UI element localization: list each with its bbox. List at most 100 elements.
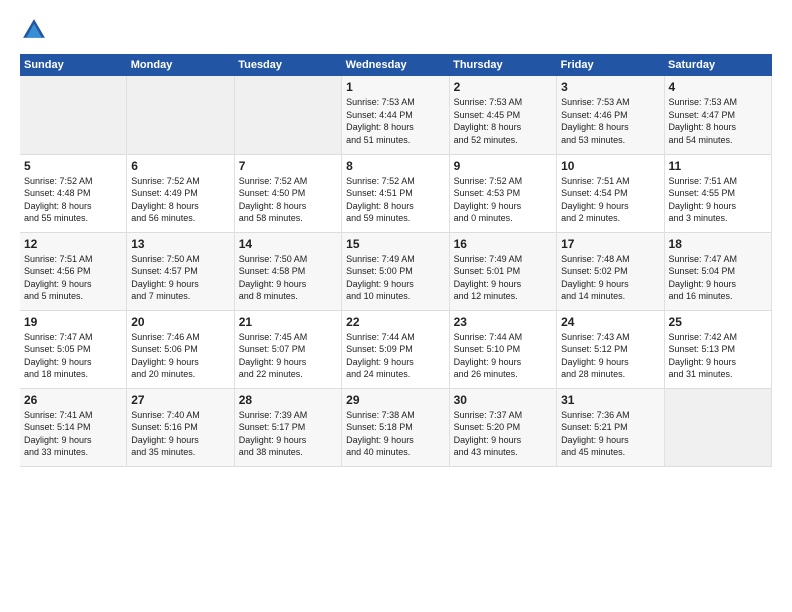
day-number: 14 [239,237,337,251]
day-info: Sunrise: 7:52 AM Sunset: 4:53 PM Dayligh… [454,175,552,225]
header [20,16,772,44]
day-info: Sunrise: 7:52 AM Sunset: 4:51 PM Dayligh… [346,175,444,225]
col-sunday: Sunday [20,54,127,76]
day-cell: 22Sunrise: 7:44 AM Sunset: 5:09 PM Dayli… [342,310,449,388]
day-cell: 31 Sunrise: 7:36 AM Sunset: 5:21 PM Dayli… [557,388,664,466]
day-cell: 30 Sunrise: 7:37 AM Sunset: 5:20 PM Dayli… [449,388,556,466]
col-friday: Friday [557,54,664,76]
logo-icon [20,16,48,44]
day-cell: 23 Sunrise: 7:44 AM Sunset: 5:10 PM Dayli… [449,310,556,388]
day-cell [20,76,127,154]
day-cell: 29 Sunrise: 7:38 AM Sunset: 5:18 PM Dayli… [342,388,449,466]
logo [20,16,52,44]
week-row-3: 12Sunrise: 7:51 AM Sunset: 4:56 PM Dayli… [20,232,772,310]
day-cell: 3Sunrise: 7:53 AM Sunset: 4:46 PM Daylig… [557,76,664,154]
day-info: Sunrise: 7:45 AM Sunset: 5:07 PM Dayligh… [239,331,337,381]
day-cell: 18 Sunrise: 7:47 AM Sunset: 5:04 PM Dayli… [664,232,771,310]
day-info: Sunrise: 7:38 AM Sunset: 5:18 PM Dayligh… [346,409,444,459]
col-monday: Monday [127,54,234,76]
day-info: Sunrise: 7:53 AM Sunset: 4:44 PM Dayligh… [346,96,444,146]
day-info: Sunrise: 7:53 AM Sunset: 4:46 PM Dayligh… [561,96,659,146]
day-cell [234,76,341,154]
day-cell: 14 Sunrise: 7:50 AM Sunset: 4:58 PM Dayli… [234,232,341,310]
day-info: Sunrise: 7:47 AM Sunset: 5:04 PM Dayligh… [669,253,767,303]
day-number: 21 [239,315,337,329]
calendar-table: SundayMondayTuesdayWednesdayThursdayFrid… [20,54,772,467]
day-cell: 5Sunrise: 7:52 AM Sunset: 4:48 PM Daylig… [20,154,127,232]
day-number: 28 [239,393,337,407]
day-info: Sunrise: 7:40 AM Sunset: 5:16 PM Dayligh… [131,409,229,459]
day-info: Sunrise: 7:52 AM Sunset: 4:50 PM Dayligh… [239,175,337,225]
day-number: 1 [346,80,444,94]
day-number: 25 [669,315,767,329]
day-number: 20 [131,315,229,329]
day-number: 12 [24,237,122,251]
day-number: 8 [346,159,444,173]
day-cell: 13 Sunrise: 7:50 AM Sunset: 4:57 PM Dayli… [127,232,234,310]
day-info: Sunrise: 7:53 AM Sunset: 4:47 PM Dayligh… [669,96,767,146]
day-cell: 9Sunrise: 7:52 AM Sunset: 4:53 PM Daylig… [449,154,556,232]
calendar-body: 1 Sunrise: 7:53 AM Sunset: 4:44 PM Daylig… [20,76,772,466]
day-info: Sunrise: 7:49 AM Sunset: 5:00 PM Dayligh… [346,253,444,303]
day-number: 15 [346,237,444,251]
day-info: Sunrise: 7:36 AM Sunset: 5:21 PM Dayligh… [561,409,659,459]
day-info: Sunrise: 7:44 AM Sunset: 5:09 PM Dayligh… [346,331,444,381]
day-cell: 21 Sunrise: 7:45 AM Sunset: 5:07 PM Dayli… [234,310,341,388]
day-number: 29 [346,393,444,407]
col-saturday: Saturday [664,54,771,76]
day-info: Sunrise: 7:37 AM Sunset: 5:20 PM Dayligh… [454,409,552,459]
day-info: Sunrise: 7:50 AM Sunset: 4:57 PM Dayligh… [131,253,229,303]
day-info: Sunrise: 7:39 AM Sunset: 5:17 PM Dayligh… [239,409,337,459]
day-info: Sunrise: 7:41 AM Sunset: 5:14 PM Dayligh… [24,409,122,459]
day-info: Sunrise: 7:47 AM Sunset: 5:05 PM Dayligh… [24,331,122,381]
day-cell: 19Sunrise: 7:47 AM Sunset: 5:05 PM Dayli… [20,310,127,388]
week-row-4: 19Sunrise: 7:47 AM Sunset: 5:05 PM Dayli… [20,310,772,388]
day-number: 13 [131,237,229,251]
day-info: Sunrise: 7:46 AM Sunset: 5:06 PM Dayligh… [131,331,229,381]
day-info: Sunrise: 7:50 AM Sunset: 4:58 PM Dayligh… [239,253,337,303]
day-number: 24 [561,315,659,329]
day-cell: 7Sunrise: 7:52 AM Sunset: 4:50 PM Daylig… [234,154,341,232]
day-number: 27 [131,393,229,407]
calendar-header: SundayMondayTuesdayWednesdayThursdayFrid… [20,54,772,76]
day-info: Sunrise: 7:51 AM Sunset: 4:54 PM Dayligh… [561,175,659,225]
day-cell: 6 Sunrise: 7:52 AM Sunset: 4:49 PM Daylig… [127,154,234,232]
day-cell: 26 Sunrise: 7:41 AM Sunset: 5:14 PM Dayli… [20,388,127,466]
week-row-1: 1 Sunrise: 7:53 AM Sunset: 4:44 PM Daylig… [20,76,772,154]
day-cell [664,388,771,466]
day-cell: 10 Sunrise: 7:51 AM Sunset: 4:54 PM Dayli… [557,154,664,232]
col-tuesday: Tuesday [234,54,341,76]
day-number: 5 [24,159,122,173]
day-cell: 25 Sunrise: 7:42 AM Sunset: 5:13 PM Dayli… [664,310,771,388]
day-info: Sunrise: 7:43 AM Sunset: 5:12 PM Dayligh… [561,331,659,381]
day-cell: 12Sunrise: 7:51 AM Sunset: 4:56 PM Dayli… [20,232,127,310]
day-cell: 20 Sunrise: 7:46 AM Sunset: 5:06 PM Dayli… [127,310,234,388]
day-info: Sunrise: 7:48 AM Sunset: 5:02 PM Dayligh… [561,253,659,303]
header-row: SundayMondayTuesdayWednesdayThursdayFrid… [20,54,772,76]
day-number: 16 [454,237,552,251]
day-info: Sunrise: 7:52 AM Sunset: 4:49 PM Dayligh… [131,175,229,225]
day-info: Sunrise: 7:42 AM Sunset: 5:13 PM Dayligh… [669,331,767,381]
day-number: 18 [669,237,767,251]
day-info: Sunrise: 7:51 AM Sunset: 4:55 PM Dayligh… [669,175,767,225]
day-cell: 15 Sunrise: 7:49 AM Sunset: 5:00 PM Dayli… [342,232,449,310]
day-number: 31 [561,393,659,407]
day-number: 26 [24,393,122,407]
day-info: Sunrise: 7:49 AM Sunset: 5:01 PM Dayligh… [454,253,552,303]
page: SundayMondayTuesdayWednesdayThursdayFrid… [0,0,792,612]
day-info: Sunrise: 7:53 AM Sunset: 4:45 PM Dayligh… [454,96,552,146]
day-cell: 2Sunrise: 7:53 AM Sunset: 4:45 PM Daylig… [449,76,556,154]
day-number: 6 [131,159,229,173]
day-info: Sunrise: 7:44 AM Sunset: 5:10 PM Dayligh… [454,331,552,381]
col-wednesday: Wednesday [342,54,449,76]
day-cell: 11 Sunrise: 7:51 AM Sunset: 4:55 PM Dayli… [664,154,771,232]
day-number: 23 [454,315,552,329]
day-number: 11 [669,159,767,173]
day-cell: 4 Sunrise: 7:53 AM Sunset: 4:47 PM Daylig… [664,76,771,154]
day-number: 4 [669,80,767,94]
day-number: 17 [561,237,659,251]
day-cell: 16 Sunrise: 7:49 AM Sunset: 5:01 PM Dayli… [449,232,556,310]
week-row-2: 5Sunrise: 7:52 AM Sunset: 4:48 PM Daylig… [20,154,772,232]
day-number: 10 [561,159,659,173]
day-number: 30 [454,393,552,407]
